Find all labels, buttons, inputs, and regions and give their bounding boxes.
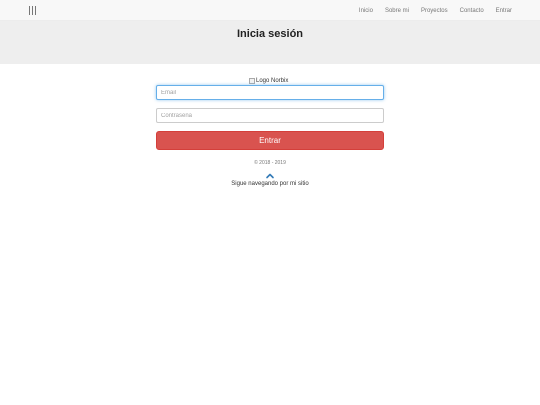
email-field[interactable] [156,85,384,100]
copyright: © 2018 - 2019 [254,160,286,166]
page-header: Inicia sesión [0,21,540,64]
nav-link-inicio[interactable]: Inicio [359,8,373,14]
chevron-up-icon[interactable] [265,172,275,179]
navbar: Inicio Sobre mi Proyectos Contacto Entra… [0,0,540,21]
vertical-lines-icon[interactable] [29,6,36,15]
nav-link-proyectos[interactable]: Proyectos [421,8,448,14]
continue-browsing-link[interactable]: Sigue navegando por mi sitio [0,181,540,187]
login-button[interactable]: Entrar [156,131,384,150]
nav-link-entrar[interactable]: Entrar [496,8,512,14]
broken-image-icon [249,78,255,84]
nav-links: Inicio Sobre mi Proyectos Contacto Entra… [347,0,512,21]
page-title: Inicia sesión [236,28,304,40]
nav-link-contacto[interactable]: Contacto [460,8,484,14]
password-field[interactable] [156,108,384,123]
logo: Logo Norbix [249,77,288,85]
nav-link-sobre-mi[interactable]: Sobre mi [385,8,409,14]
logo-alt-text: Logo Norbix [256,78,289,84]
